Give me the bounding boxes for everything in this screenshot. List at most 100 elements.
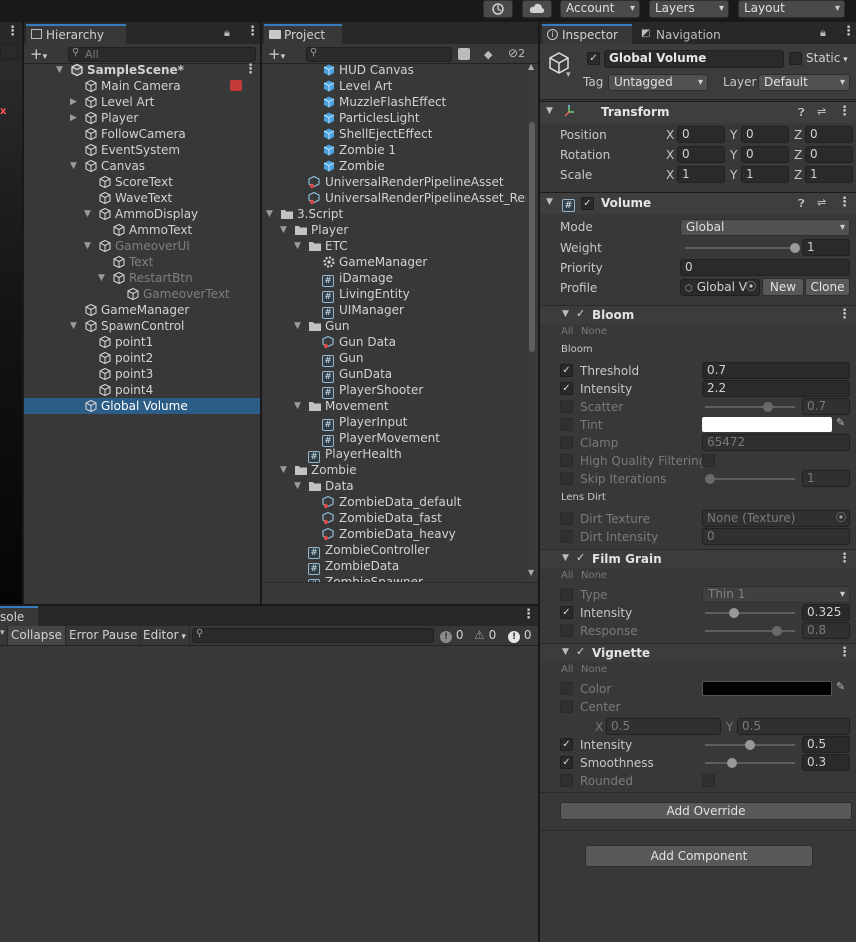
dirt-intensity-override-checkbox[interactable] [560,530,573,543]
lock-icon[interactable]: 🔒︎ [820,26,826,40]
filter-type-icon[interactable] [458,48,470,60]
hierarchy-item[interactable]: ▶ Level Art [24,94,260,110]
clamp-input[interactable]: 65472 [702,434,850,451]
vignette-none-button[interactable]: None [581,664,607,675]
skip-iterations-input[interactable]: 1 [802,470,850,487]
foldout-closed-icon[interactable]: ▶ [70,94,80,110]
tint-override-checkbox[interactable] [560,418,573,431]
project-item[interactable]: # iDamage [262,270,526,287]
center-y-input[interactable]: 0.5 [737,718,850,735]
layers-dropdown[interactable]: Layers [649,0,729,18]
foldout-open-icon[interactable]: ▼ [70,318,80,334]
film-grain-header[interactable]: ▼ ✓ Film Grain ⋮ [540,549,856,568]
project-item[interactable]: HUD Canvas [262,62,526,78]
foldout-open-icon[interactable]: ▼ [562,309,569,319]
add-component-button[interactable]: Add Component [585,845,813,867]
project-item[interactable]: # ZombieController [262,542,526,559]
project-item[interactable]: ▼ Gun [262,318,526,334]
dirt-texture-override-checkbox[interactable] [560,512,573,525]
lock-icon[interactable]: 🔒︎ [224,26,230,40]
scatter-input[interactable]: 0.7 [802,398,850,415]
project-item[interactable]: Gun Data [262,334,526,350]
bloom-all-button[interactable]: All [561,326,573,337]
object-picker-icon[interactable]: ⦿ [836,511,846,526]
mode-dropdown[interactable]: Global [680,219,850,236]
project-item[interactable]: ParticlesLight [262,110,526,126]
collab-button[interactable] [483,0,513,18]
override-check-icon[interactable]: ✓ [576,645,585,658]
project-item[interactable]: ▼ 3.Script [262,206,526,222]
project-item[interactable]: # PlayerShooter [262,382,526,399]
project-item[interactable]: # ZombieData [262,558,526,575]
vignette-intensity-input[interactable]: 0.5 [802,736,850,753]
hierarchy-item[interactable]: FollowCamera [24,126,260,142]
filter-label-icon[interactable]: ◆ [484,48,492,61]
foldout-open-icon[interactable]: ▼ [98,270,108,286]
center-override-checkbox[interactable] [560,700,573,713]
static-dropdown[interactable]: Static ▾ [806,51,848,65]
clamp-override-checkbox[interactable] [560,436,573,449]
hierarchy-item[interactable]: ScoreText [24,174,260,190]
hierarchy-item[interactable]: Main Camera [24,78,260,94]
tint-color-swatch[interactable] [702,417,832,432]
scene-kebab-icon[interactable]: ⋮ [244,62,257,78]
help-icon[interactable]: ❓︎ [798,197,805,211]
foldout-open-icon[interactable]: ▼ [294,318,304,334]
rounded-checkbox[interactable] [702,774,715,787]
smoothness-override-checkbox[interactable]: ✓ [560,756,573,769]
add-override-button[interactable]: Add Override [560,802,852,820]
project-item[interactable]: MuzzleFlashEffect [262,94,526,110]
bloom-none-button[interactable]: None [581,326,607,337]
project-item[interactable]: ▼ ETC [262,238,526,254]
foldout-open-icon[interactable]: ▼ [280,222,290,238]
tab-hierarchy[interactable]: Hierarchy [26,24,126,44]
foldout-open-icon[interactable]: ▼ [56,62,66,78]
hierarchy-item[interactable]: ▼ RestartBtn [24,270,260,286]
project-item[interactable]: ▼ Zombie [262,462,526,478]
clear-dropdown-icon[interactable]: ▾ [0,628,5,638]
project-search-input[interactable] [306,47,452,62]
object-name-input[interactable]: Global Volume [604,50,784,68]
hierarchy-item[interactable]: ▼ SpawnControl [24,318,260,334]
scale-z-input[interactable]: 1 [805,166,853,183]
bloom-intensity-input[interactable]: 2.2 [702,380,850,397]
scatter-slider-track[interactable] [705,406,795,408]
scene-viewport[interactable] [0,62,22,604]
icon-dropdown-icon[interactable]: ▾ [566,70,571,80]
cloud-button[interactable] [522,0,552,18]
foldout-open-icon[interactable]: ▼ [84,238,94,254]
hierarchy-item[interactable]: point4 [24,382,260,398]
transform-kebab-icon[interactable]: ⋮ [838,104,851,119]
center-x-input[interactable]: 0.5 [606,718,721,735]
smoothness-slider-track[interactable] [705,762,795,764]
project-scroll-thumb[interactable] [529,122,535,352]
scroll-up-arrow-icon[interactable]: ▲ [528,62,534,71]
editor-dropdown[interactable]: Editor ▾ [140,626,190,645]
project-item[interactable]: # UIManager [262,302,526,319]
scene-kebab-icon[interactable]: ⋮ [6,24,19,39]
skip-iterations-slider-track[interactable] [705,478,795,480]
project-item[interactable]: ZombieData_fast [262,510,526,526]
vignette-kebab-icon[interactable]: ⋮ [838,645,851,660]
foldout-open-icon[interactable]: ▼ [266,206,276,222]
console-kebab-icon[interactable]: ⋮ [522,607,535,622]
scene-view-strip[interactable]: x ⋮ [0,22,22,604]
tab-inspector[interactable]: i Inspector [542,24,632,44]
eyedropper-icon[interactable]: ✎ [836,680,845,693]
tab-navigation[interactable]: ◩ Navigation [636,24,736,44]
error-pause-button[interactable]: Error Pause [66,626,142,645]
tab-console[interactable]: sole [0,606,38,626]
vignette-intensity-override-checkbox[interactable]: ✓ [560,738,573,751]
collapse-button[interactable]: Collapse [7,626,66,645]
project-add-button[interactable]: +▾ [268,45,285,63]
weight-slider-track[interactable] [685,247,795,249]
dirt-texture-field[interactable]: None (Texture) ⦿ [702,510,850,527]
scroll-down-arrow-icon[interactable]: ▼ [528,568,534,577]
project-item[interactable]: UniversalRenderPipelineAsset [262,174,526,190]
project-item[interactable]: ZombieData_default [262,494,526,510]
type-override-checkbox[interactable] [560,588,573,601]
scatter-override-checkbox[interactable] [560,400,573,413]
grain-intensity-override-checkbox[interactable]: ✓ [560,606,573,619]
hierarchy-item[interactable]: ▼ Canvas [24,158,260,174]
position-y-input[interactable]: 0 [741,126,789,143]
